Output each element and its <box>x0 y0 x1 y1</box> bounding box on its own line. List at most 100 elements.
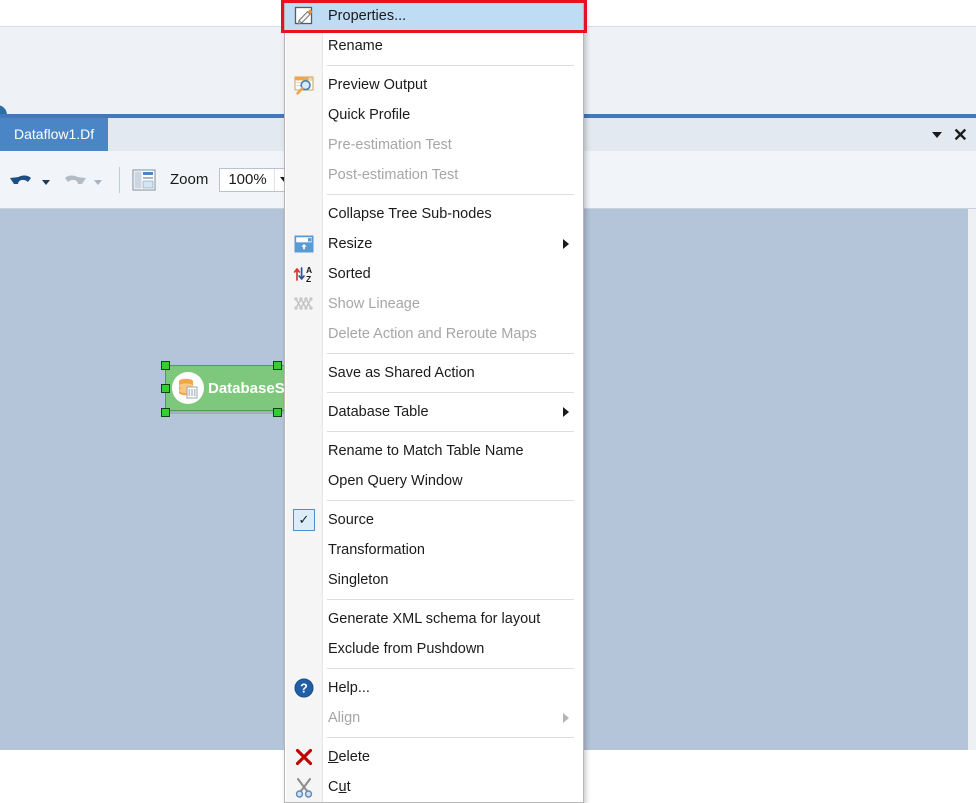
menu-item-singleton[interactable]: Singleton <box>285 565 583 595</box>
no-icon <box>285 634 323 664</box>
menu-item-label: Source <box>328 512 374 528</box>
zoom-label: Zoom <box>170 171 209 188</box>
menu-item-label: Cut <box>328 779 351 795</box>
lineage-graph-icon <box>285 289 323 319</box>
undo-button[interactable] <box>8 168 36 192</box>
menu-item-label: Rename to Match Table Name <box>328 443 524 459</box>
chevron-down-icon[interactable] <box>931 131 942 138</box>
menu-item-cut[interactable]: Cut <box>285 772 583 802</box>
tab-dataflow1[interactable]: Dataflow1.Df <box>0 118 109 151</box>
menu-separator <box>327 737 574 738</box>
selection-handle[interactable] <box>161 384 170 393</box>
close-icon[interactable]: ✕ <box>953 126 968 144</box>
canvas-right-margin <box>968 209 976 750</box>
menu-item-label: Sorted <box>328 266 371 282</box>
menu-item-label: Transformation <box>328 542 425 558</box>
menu-item-label: Help... <box>328 680 370 696</box>
menu-separator <box>327 65 574 66</box>
menu-item-source[interactable]: ✓ Source <box>285 505 583 535</box>
node-label: DatabaseS <box>208 379 285 397</box>
menu-item-align: Align <box>285 703 583 733</box>
menu-separator <box>327 392 574 393</box>
menu-item-resize[interactable]: Resize <box>285 229 583 259</box>
svg-text:?: ? <box>300 682 308 696</box>
menu-item-save-as-shared-action[interactable]: Save as Shared Action <box>285 358 583 388</box>
menu-item-delete[interactable]: Delete <box>285 742 583 772</box>
menu-item-preview-output[interactable]: Preview Output <box>285 70 583 100</box>
menu-item-exclude-from-pushdown[interactable]: Exclude from Pushdown <box>285 634 583 664</box>
redo-dropdown-caret[interactable] <box>94 180 102 185</box>
checkbox-checked-icon: ✓ <box>285 505 323 535</box>
application-window: Dataflow1.Df ✕ Zoom 100% DatabaseS Prope… <box>0 0 976 803</box>
menu-item-collapse-tree-sub-nodes[interactable]: Collapse Tree Sub-nodes <box>285 199 583 229</box>
menu-item-show-lineage: Show Lineage <box>285 289 583 319</box>
menu-item-label: Preview Output <box>328 77 428 93</box>
layout-panel-icon <box>132 169 156 190</box>
redo-arrow-icon <box>65 175 86 184</box>
menu-item-pre-estimation-test: Pre-estimation Test <box>285 130 583 160</box>
menu-item-properties[interactable]: Properties... <box>285 1 583 31</box>
sort-az-icon: A Z <box>285 259 323 289</box>
menu-item-label: Singleton <box>328 572 389 588</box>
tab-bar-controls: ✕ <box>931 118 968 151</box>
selection-handle[interactable] <box>161 408 170 417</box>
no-icon <box>285 100 323 130</box>
menu-separator <box>327 431 574 432</box>
menu-item-label: Collapse Tree Sub-nodes <box>328 206 492 222</box>
menu-item-open-query-window[interactable]: Open Query Window <box>285 466 583 496</box>
scissors-icon <box>285 772 323 802</box>
help-question-icon: ? <box>285 673 323 703</box>
menu-item-label: Save as Shared Action <box>328 365 475 381</box>
redo-button[interactable] <box>60 168 88 192</box>
svg-text:Z: Z <box>306 274 311 284</box>
no-icon <box>285 703 323 733</box>
node-context-menu: Properties... Rename Preview Output Quic… <box>284 0 584 803</box>
no-icon <box>285 130 323 160</box>
menu-item-label: Align <box>328 710 361 726</box>
no-icon <box>285 535 323 565</box>
menu-item-delete-action-and-reroute-maps: Delete Action and Reroute Maps <box>285 319 583 349</box>
no-icon <box>285 31 323 61</box>
submenu-arrow-icon <box>563 239 569 249</box>
no-icon <box>285 604 323 634</box>
undo-arrow-icon <box>10 175 31 184</box>
preview-magnifier-icon <box>285 70 323 100</box>
menu-item-label: Pre-estimation Test <box>328 137 452 153</box>
menu-item-label: Delete Action and Reroute Maps <box>328 326 537 342</box>
no-icon <box>285 199 323 229</box>
menu-item-quick-profile[interactable]: Quick Profile <box>285 100 583 130</box>
menu-item-label: Show Lineage <box>328 296 420 312</box>
menu-item-label: Open Query Window <box>328 473 463 489</box>
selection-handle[interactable] <box>273 408 282 417</box>
menu-item-label: Post-estimation Test <box>328 167 459 183</box>
menu-separator <box>327 353 574 354</box>
no-icon <box>285 319 323 349</box>
submenu-arrow-icon <box>563 713 569 723</box>
toolbar-separator <box>119 166 120 193</box>
no-icon <box>285 358 323 388</box>
undo-dropdown-caret[interactable] <box>42 180 50 185</box>
delete-x-icon <box>285 742 323 772</box>
selection-handle[interactable] <box>161 361 170 370</box>
menu-separator <box>327 668 574 669</box>
menu-item-database-table[interactable]: Database Table <box>285 397 583 427</box>
menu-item-sorted[interactable]: A Z Sorted <box>285 259 583 289</box>
menu-separator <box>327 599 574 600</box>
tab-label: Dataflow1.Df <box>14 126 95 142</box>
menu-item-label: Exclude from Pushdown <box>328 641 485 657</box>
layout-panel-button[interactable] <box>131 167 157 193</box>
check-mark: ✓ <box>293 509 315 531</box>
menu-item-transformation[interactable]: Transformation <box>285 535 583 565</box>
menu-separator <box>327 500 574 501</box>
menu-item-rename[interactable]: Rename <box>285 31 583 61</box>
menu-item-label: Properties... <box>328 8 407 24</box>
menu-item-generate-xml-schema[interactable]: Generate XML schema for layout <box>285 604 583 634</box>
resize-box-icon <box>285 229 323 259</box>
menu-item-help[interactable]: ? Help... <box>285 673 583 703</box>
menu-item-label: Database Table <box>328 404 429 420</box>
no-icon <box>285 397 323 427</box>
menu-item-rename-to-match-table-name[interactable]: Rename to Match Table Name <box>285 436 583 466</box>
no-icon <box>285 565 323 595</box>
selection-handle[interactable] <box>273 361 282 370</box>
zoom-value: 100% <box>228 170 267 188</box>
